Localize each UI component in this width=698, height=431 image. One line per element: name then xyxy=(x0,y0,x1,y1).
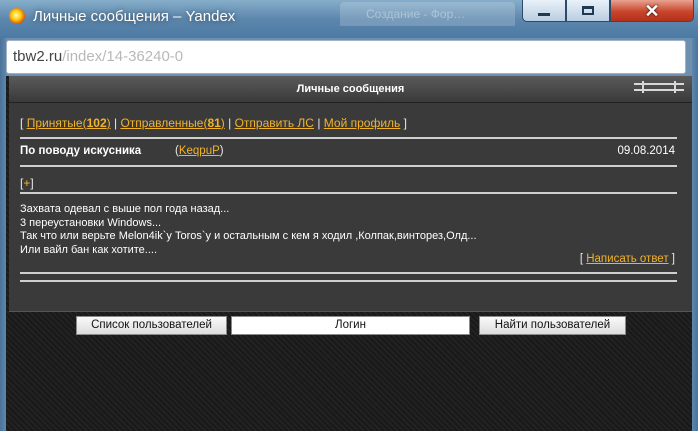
message-nav: [ Принятые(102) | Отправленные(81) | Отп… xyxy=(20,116,407,130)
background-tab[interactable]: Создание - Фор… xyxy=(340,2,515,26)
author-link[interactable]: KeqpuP xyxy=(179,145,220,157)
nav-separator: | xyxy=(110,116,121,130)
nav-separator: | xyxy=(313,116,324,130)
message-line: 3 переустановки Windows... xyxy=(20,216,162,229)
close-button[interactable]: ✕ xyxy=(610,0,694,22)
user-list-button[interactable]: Список пользователей xyxy=(76,316,227,335)
address-path: /index/14-36240-0 xyxy=(62,48,184,65)
divider xyxy=(20,280,677,282)
panel-header: Личные сообщения xyxy=(9,76,692,103)
message-line: Так что или верьте Melon4ik`у Toros`у и … xyxy=(20,230,477,242)
expand-toggle: [+] xyxy=(20,176,34,190)
message-author: (KeqpuP) xyxy=(175,145,224,157)
divider xyxy=(20,137,677,139)
minimize-button[interactable] xyxy=(522,0,566,22)
inbox-label: Принятые( xyxy=(26,116,87,130)
window-titlebar[interactable]: Личные сообщения – Yandex Создание - Фор… xyxy=(0,0,698,38)
divider xyxy=(20,192,677,194)
maximize-button[interactable] xyxy=(566,0,610,22)
divider xyxy=(20,272,677,274)
plus-bracket-close: ] xyxy=(30,176,34,190)
address-host: tbw2.ru xyxy=(13,48,63,65)
sent-link[interactable]: Отправленные(81) xyxy=(120,116,224,130)
inbox-count: 102 xyxy=(86,116,107,130)
collapse-icon[interactable] xyxy=(634,81,684,93)
minimize-icon xyxy=(538,13,550,16)
sent-count: 81 xyxy=(207,116,221,130)
message-line: Или вайл бан как хотите.... xyxy=(20,243,158,256)
message-subject: По поводу искусника xyxy=(20,145,142,157)
divider xyxy=(20,165,677,167)
message-body: Захвата одевал с выше пол года назад... … xyxy=(20,203,477,257)
reply-link[interactable]: Написать ответ xyxy=(586,253,668,265)
messages-panel: [ Принятые(102) | Отправленные(81) | Отп… xyxy=(9,103,692,335)
send-message-link[interactable]: Отправить ЛС xyxy=(235,116,314,130)
login-input[interactable]: Логин xyxy=(231,316,470,335)
window-title: Личные сообщения – Yandex xyxy=(33,8,236,25)
sent-label: Отправленные( xyxy=(120,116,208,130)
address-bar[interactable]: tbw2.ru/index/14-36240-0 xyxy=(6,40,686,74)
window-border-right xyxy=(692,38,698,431)
reply-area: [ Написать ответ ] xyxy=(580,253,675,265)
close-icon: ✕ xyxy=(644,0,660,21)
find-users-button[interactable]: Найти пользователей xyxy=(479,316,626,335)
nav-bracket-open: [ xyxy=(20,116,24,130)
message-date: 09.08.2014 xyxy=(617,145,675,157)
message-line: Захвата одевал с выше пол года назад... xyxy=(20,203,230,215)
my-profile-link[interactable]: Мой профиль xyxy=(324,116,401,130)
page-content: Личные сообщения [ Принятые(102) | Отпра… xyxy=(6,76,692,431)
reply-bracket-open: [ xyxy=(579,253,584,265)
nav-bracket-close: ] xyxy=(403,116,407,130)
maximize-icon xyxy=(582,6,594,15)
panel-title: Личные сообщения xyxy=(296,83,405,95)
inbox-link[interactable]: Принятые(102) xyxy=(27,116,111,130)
reply-bracket-close: ] xyxy=(671,253,675,265)
author-paren-close: ) xyxy=(219,145,224,157)
yandex-browser-icon xyxy=(9,8,25,24)
nav-separator: | xyxy=(224,116,235,130)
